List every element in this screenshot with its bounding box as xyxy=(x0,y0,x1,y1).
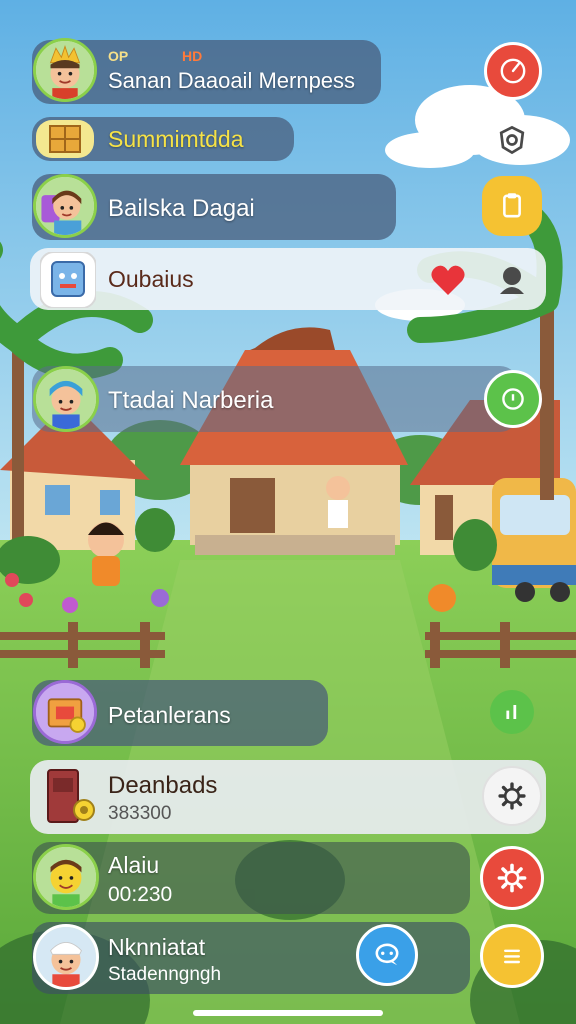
nkn-value: Stadenngngh xyxy=(108,964,222,985)
summit-label: Summimtdda xyxy=(108,126,244,152)
header-tag-left: OP xyxy=(108,48,129,64)
heart-icon[interactable] xyxy=(430,263,466,297)
oubaius-label: Oubaius xyxy=(108,266,194,292)
crate-icon xyxy=(36,120,94,158)
smiling-boy-avatar-icon[interactable] xyxy=(33,844,99,910)
ttadai-label: Ttadai Narberia xyxy=(108,387,274,414)
alaiu-value: 00:230 xyxy=(108,883,173,906)
clipboard-icon[interactable] xyxy=(482,176,542,236)
header-title: Sanan Daaoail Mernpess xyxy=(108,68,356,93)
gift-box-icon[interactable] xyxy=(33,680,97,744)
home-indicator[interactable] xyxy=(193,1010,383,1016)
shield-outline-icon[interactable] xyxy=(490,118,534,162)
baiska-label: Bailska Dagai xyxy=(108,195,255,222)
door-coin-icon xyxy=(40,766,100,828)
tablet-icon xyxy=(40,252,96,308)
alaiu-label: Alaiu xyxy=(108,852,160,878)
boy-avatar-icon[interactable] xyxy=(33,366,99,432)
pet-label: Petanlerans xyxy=(108,702,231,728)
header-tag-right: HD xyxy=(182,48,203,64)
dean-value: 383300 xyxy=(108,803,172,824)
ttadai-row[interactable] xyxy=(32,366,518,432)
girl-avatar-icon[interactable] xyxy=(33,174,97,238)
compass-dial-icon[interactable] xyxy=(484,42,542,100)
menu-icon[interactable] xyxy=(480,924,544,988)
person-icon[interactable] xyxy=(486,254,538,306)
target-ring-icon[interactable] xyxy=(484,370,542,428)
dean-label: Deanbads xyxy=(108,772,218,799)
bar-signal-icon[interactable] xyxy=(490,690,534,734)
red-gear-icon[interactable] xyxy=(480,846,544,910)
nkn-label: Nknniatat xyxy=(108,934,206,960)
king-avatar-icon[interactable] xyxy=(33,38,97,102)
chat-bubble-icon[interactable] xyxy=(356,924,418,986)
chef-girl-avatar-icon[interactable] xyxy=(33,924,99,990)
gear-outline-icon[interactable] xyxy=(482,766,542,826)
